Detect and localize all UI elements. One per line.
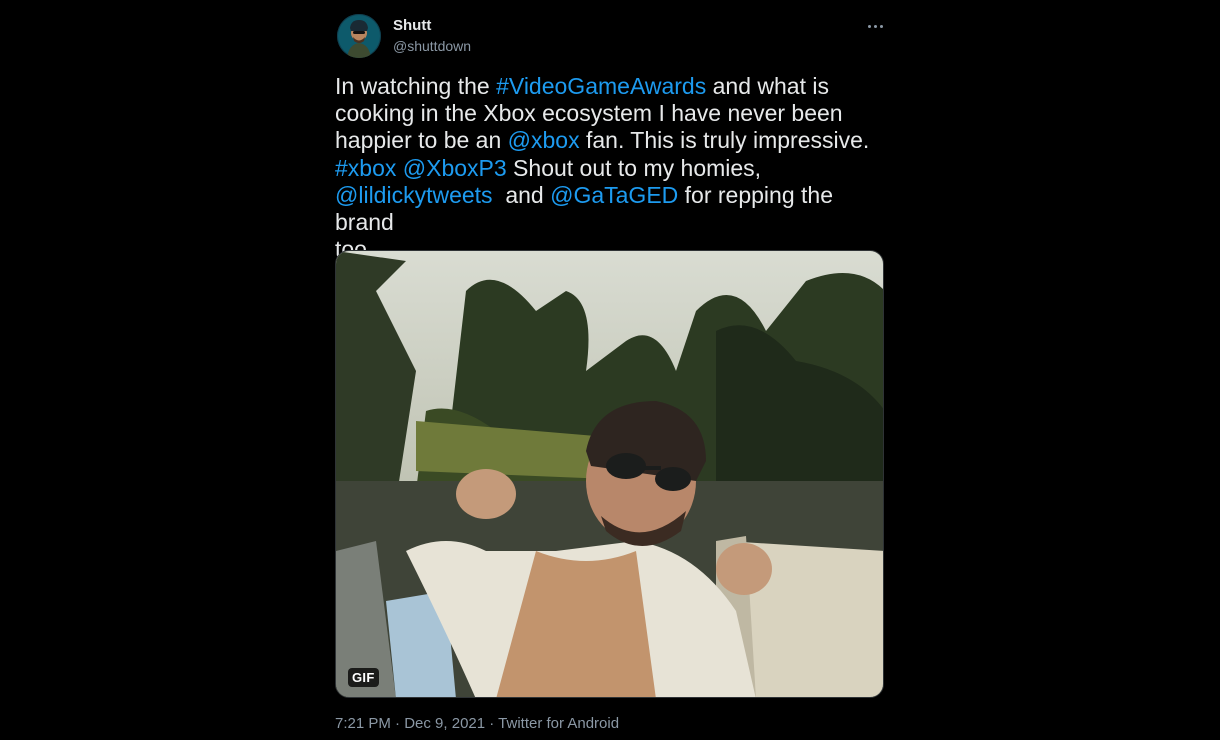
tweet-metadata: 7:21 PM · Dec 9, 2021 · Twitter for Andr… xyxy=(335,714,619,734)
tweet-media-gif[interactable]: GIF xyxy=(335,250,884,698)
tweet-text-segment: and xyxy=(492,181,551,208)
tweet-text-segment: Shout out to my homies, xyxy=(513,154,762,181)
meta-separator: · xyxy=(390,715,405,732)
more-options-button[interactable] xyxy=(863,14,887,38)
hashtag-link[interactable]: #xbox xyxy=(335,155,396,181)
mention-link[interactable]: @GaTaGED xyxy=(550,182,678,208)
hashtag-link[interactable]: #VideoGameAwards xyxy=(496,73,706,99)
gif-frame-image xyxy=(336,251,883,697)
more-horizontal-icon xyxy=(867,24,871,28)
tweet-text: In watching the #VideoGameAwards and wha… xyxy=(335,73,895,263)
author-handle[interactable]: @shuttdown xyxy=(393,36,471,56)
tweet-text-segment: fan. This is truly impressive. xyxy=(585,127,870,154)
tweet[interactable]: Shutt @shuttdown In watching the #VideoG… xyxy=(335,0,885,740)
author-name[interactable]: Shutt xyxy=(393,16,431,36)
mention-link[interactable]: @xbox xyxy=(508,127,580,153)
tweet-text-segment: In watching the xyxy=(335,73,497,99)
tweet-time[interactable]: 7:21 PM xyxy=(335,715,391,732)
tweet-source-link[interactable]: Twitter for Android xyxy=(498,715,619,732)
mention-link[interactable]: @XboxP3 xyxy=(403,155,507,181)
meta-separator-2: · xyxy=(485,715,499,732)
mention-link[interactable]: @lildickytweets xyxy=(335,182,493,208)
avatar[interactable] xyxy=(337,14,381,58)
tweet-date[interactable]: Dec 9, 2021 xyxy=(404,715,485,732)
gif-badge: GIF xyxy=(348,668,379,687)
